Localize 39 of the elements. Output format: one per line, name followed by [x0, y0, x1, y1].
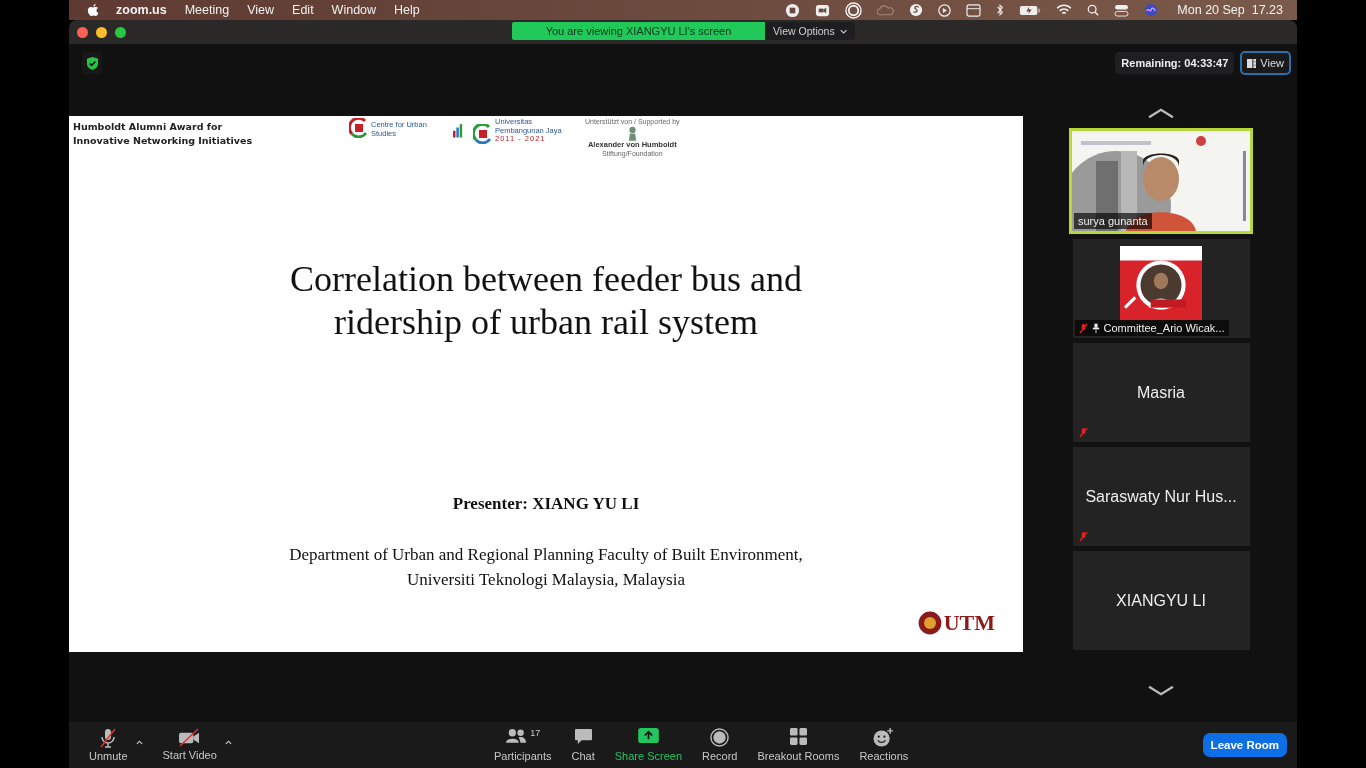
award-title: Innovative Networking Initiatives	[73, 134, 254, 148]
award-title: Humboldt Alumni Award for	[73, 120, 224, 134]
slide-title: ridership of urban rail system	[334, 301, 758, 344]
affiliation-text: Department of Urban and Regional Planning Faculty of Built Environment,	[289, 544, 803, 566]
menu-item[interactable]: Window	[331, 3, 377, 17]
video-button[interactable]: Start Video	[162, 728, 217, 761]
utm-logo-text: UTM	[943, 610, 995, 636]
reactions-button[interactable]: Reactions	[859, 728, 909, 762]
remaining-time: Remaining: 04:33:47	[1115, 52, 1235, 74]
participant-name: surya gunanta	[1078, 215, 1148, 227]
participant-name: Saraswaty Nur Hus...	[1085, 487, 1237, 506]
menu-item[interactable]: Help	[394, 3, 420, 17]
participant-name: XIANGYU LI	[1116, 591, 1206, 610]
unmute-button[interactable]: Unmute	[89, 728, 128, 762]
view-button[interactable]: View	[1240, 51, 1291, 75]
participant-tile[interactable]: XIANGYU LI	[1072, 551, 1250, 650]
leave-room-button[interactable]: Leave Room	[1202, 733, 1287, 757]
presenter-name: Presenter: XIANG YU LI	[451, 494, 641, 514]
menu-item[interactable]: View	[247, 3, 275, 17]
participant-count: 17	[530, 728, 541, 738]
participant-tile[interactable]: surya gunanta	[1069, 128, 1253, 234]
menu-item[interactable]: Meeting	[184, 3, 230, 17]
participant-name: Committee_Ario Wicak...	[1103, 322, 1225, 334]
affiliation-text: Universiti Teknologi Malaysia, Malaysia	[407, 569, 685, 591]
participant-tile[interactable]: Masria	[1072, 343, 1250, 442]
participant-tile[interactable]: Saraswaty Nur Hus...	[1072, 447, 1250, 546]
share-button[interactable]: Share Screen	[614, 728, 682, 762]
record-button[interactable]: Record	[702, 728, 738, 762]
chat-button[interactable]: Chat	[571, 728, 595, 762]
viewing-banner: You are viewing XIANGYU LI's screen	[512, 22, 765, 40]
app-menu[interactable]: zoom.us	[116, 3, 167, 17]
participant-name: Masria	[1137, 383, 1185, 402]
menu-item[interactable]: Edit	[292, 3, 314, 17]
participants-button[interactable]: 17 Participants	[494, 728, 552, 762]
clock[interactable]: Mon 20 Sep 17.23	[1177, 3, 1283, 17]
participant-tile[interactable]: Committee_Ario Wicak...	[1072, 239, 1250, 338]
slide-title: Correlation between feeder bus and	[290, 258, 802, 301]
view-options-button[interactable]: View Options	[765, 22, 855, 40]
breakout-button[interactable]: Breakout Rooms	[757, 728, 840, 762]
